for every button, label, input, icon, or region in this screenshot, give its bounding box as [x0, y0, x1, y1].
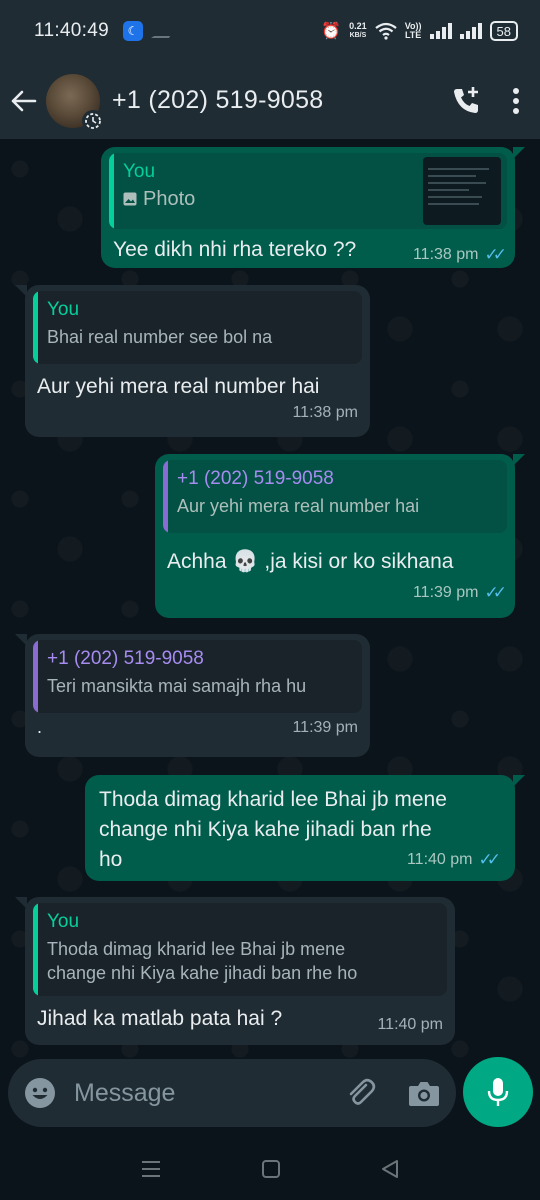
quote-author: +1 (202) 519-9058 — [177, 468, 334, 489]
photo-icon — [123, 192, 137, 206]
back-nav-icon[interactable] — [380, 1159, 400, 1179]
menu-icon[interactable] — [140, 1160, 162, 1178]
quote-author: You — [47, 911, 80, 932]
message-text: . — [37, 717, 43, 737]
data-speed: 0.21 KB/S — [349, 21, 367, 40]
message-meta: 11:39 pm ✓✓ — [413, 583, 507, 603]
quote-text: Teri mansikta mai samajh rha hu — [47, 676, 307, 696]
message-bubble-incoming[interactable]: You Bhai real number see bol na Aur yehi… — [15, 285, 370, 437]
status-time: 11:40:49 — [34, 20, 109, 41]
quoted-photo-thumbnail — [423, 157, 501, 225]
status-bar: 11:40:49 ☾ ⏰ 0.21 KB/S Vo)) LTE 58 — [0, 0, 540, 62]
quoted-message[interactable]: You Bhai real number see bol na — [33, 291, 362, 364]
add-call-icon[interactable] — [450, 85, 482, 117]
notification-icon — [150, 24, 177, 38]
message-text: Aur yehi mera real number hai — [37, 375, 320, 398]
arrow-left-icon — [11, 90, 37, 111]
back-button[interactable] — [0, 71, 46, 131]
read-receipt-icon: ✓✓ — [478, 850, 501, 869]
message-input[interactable]: Message — [74, 1079, 175, 1108]
message-time: 11:40 pm — [406, 851, 473, 868]
emoji-icon[interactable] — [24, 1077, 56, 1109]
message-meta: 11:38 pm ✓✓ — [413, 245, 507, 265]
voice-message-button[interactable] — [463, 1057, 533, 1127]
status-ring-icon — [82, 109, 104, 132]
battery-indicator: 58 — [489, 21, 518, 41]
quote-author: +1 (202) 519-9058 — [47, 648, 204, 669]
chat-area[interactable]: You Photo Yee dikh nhi rha tereko ?? 11:… — [0, 139, 540, 1059]
message-bubble-incoming[interactable]: +1 (202) 519-9058 Teri mansikta mai sama… — [15, 634, 370, 757]
system-navigation-bar — [0, 1138, 540, 1200]
contact-name[interactable]: +1 (202) 519-9058 — [112, 86, 324, 115]
message-bubble-outgoing[interactable]: +1 (202) 519-9058 Aur yehi mera real num… — [155, 454, 525, 618]
message-bubble-outgoing[interactable]: You Photo Yee dikh nhi rha tereko ?? 11:… — [101, 147, 525, 268]
microphone-icon — [487, 1078, 509, 1106]
message-text: Achha 💀 ,ja kisi or ko sikhana — [167, 550, 454, 573]
quoted-message[interactable]: You Thoda dimag kharid lee Bhai jb mene … — [33, 903, 447, 996]
attach-icon[interactable] — [344, 1076, 378, 1110]
message-bubble-incoming[interactable]: You Thoda dimag kharid lee Bhai jb mene … — [15, 897, 455, 1045]
quote-text: Bhai real number see bol na — [47, 327, 273, 347]
message-time: 11:40 pm — [377, 1016, 443, 1033]
more-options-icon[interactable] — [512, 87, 520, 115]
message-time: 11:38 pm — [292, 404, 358, 421]
message-time: 11:39 pm — [292, 719, 358, 736]
message-composer[interactable]: Message — [8, 1059, 456, 1127]
network-type: Vo)) LTE — [404, 21, 422, 40]
message-bubble-outgoing[interactable]: Thoda dimag kharid lee Bhai jb mene chan… — [85, 775, 525, 881]
message-time: 11:39 pm — [412, 584, 479, 601]
message-text: Yee dikh nhi rha tereko ?? — [113, 238, 357, 261]
message-meta: 11:40 pm ✓✓ — [407, 845, 501, 875]
chat-header: +1 (202) 519-9058 — [0, 62, 540, 139]
quote-text: Aur yehi mera real number hai — [177, 496, 420, 516]
quoted-message[interactable]: +1 (202) 519-9058 Teri mansikta mai sama… — [33, 640, 362, 713]
quote-author: You — [47, 299, 80, 320]
signal-strength-icon-2 — [459, 23, 482, 39]
signal-strength-icon-1 — [429, 23, 452, 39]
read-receipt-icon: ✓✓ — [484, 583, 507, 602]
alarm-icon: ⏰ — [321, 23, 342, 40]
wifi-icon — [375, 22, 397, 40]
quote-text: Thoda dimag kharid lee Bhai jb mene chan… — [47, 939, 358, 983]
message-time: 11:38 pm — [412, 246, 479, 263]
quoted-message[interactable]: +1 (202) 519-9058 Aur yehi mera real num… — [163, 460, 507, 533]
avatar[interactable] — [46, 73, 104, 132]
quoted-message[interactable]: You Photo — [109, 153, 507, 229]
camera-icon[interactable] — [408, 1079, 440, 1107]
read-receipt-icon: ✓✓ — [484, 245, 507, 264]
message-text: Thoda dimag kharid lee Bhai jb mene chan… — [93, 781, 507, 875]
message-text: Jihad ka matlab pata hai ? — [37, 1007, 283, 1030]
do-not-disturb-icon: ☾ — [122, 21, 143, 41]
home-icon[interactable] — [261, 1159, 281, 1179]
